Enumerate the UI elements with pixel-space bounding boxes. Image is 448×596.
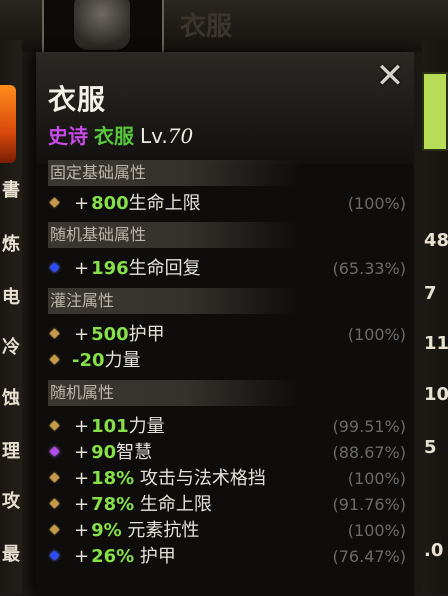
bg-stat-label: 蚀 bbox=[2, 388, 20, 409]
background-green-panel[interactable] bbox=[422, 72, 448, 151]
stat-roll-percent: (76.47%) bbox=[332, 547, 407, 566]
stat-roll-percent: (99.51%) bbox=[332, 417, 407, 436]
bg-stat-value: .0 bbox=[424, 540, 444, 561]
gold-gem-icon bbox=[49, 498, 60, 509]
section-header-fixed-base: 固定基础属性 bbox=[48, 160, 300, 186]
blue-gem-icon bbox=[49, 262, 60, 273]
stat-row: +90智慧 (88.67%) bbox=[48, 440, 410, 466]
gold-gem-icon bbox=[49, 354, 60, 365]
bg-stat-label: 理 bbox=[2, 441, 20, 462]
stat-roll-percent: (65.33%) bbox=[332, 259, 407, 278]
gold-gem-icon bbox=[49, 420, 60, 431]
bg-stat-value: 48 bbox=[424, 230, 448, 251]
section-header-random: 随机属性 bbox=[48, 380, 300, 406]
bg-stat-value: 10 bbox=[424, 384, 448, 405]
item-title: 衣服 bbox=[48, 83, 107, 116]
stat-roll-percent: (100%) bbox=[347, 469, 406, 488]
item-type-label: 衣服 bbox=[94, 124, 134, 148]
armor-icon bbox=[74, 0, 130, 50]
stat-row: +78% 生命上限 (91.76%) bbox=[48, 492, 410, 518]
stat-row: -20力量 bbox=[48, 348, 410, 374]
stat-roll-percent: (100%) bbox=[347, 325, 406, 344]
stat-row: +101力量 (99.51%) bbox=[48, 414, 410, 440]
section-header-random-base: 随机基础属性 bbox=[48, 222, 300, 248]
stat-row: +9% 元素抗性 (100%) bbox=[48, 518, 410, 544]
stat-row: +26% 护甲 (76.47%) bbox=[48, 544, 410, 570]
close-icon[interactable]: ✕ bbox=[368, 56, 412, 96]
stat-row: +196生命回复 (65.33%) bbox=[48, 256, 410, 282]
blue-gem-icon bbox=[49, 550, 60, 561]
stat-roll-percent: (100%) bbox=[347, 521, 406, 540]
level-label: Lv.70 bbox=[140, 124, 194, 148]
purple-gem-icon bbox=[49, 446, 60, 457]
gold-gem-icon bbox=[49, 472, 60, 483]
background-top-text: 衣服 bbox=[180, 12, 233, 42]
bg-stat-value: 5 bbox=[424, 437, 437, 458]
stat-row: +500护甲 (100%) bbox=[48, 322, 410, 348]
bg-stat-label: 書 bbox=[2, 180, 20, 201]
fire-skill-icon[interactable] bbox=[0, 85, 16, 163]
item-subline: 史诗 衣服 Lv.70 bbox=[48, 120, 193, 149]
stat-roll-percent: (88.67%) bbox=[332, 443, 407, 462]
stat-row: +800生命上限 (100%) bbox=[48, 191, 410, 217]
stat-roll-percent: (91.76%) bbox=[332, 495, 407, 514]
level-value: 70 bbox=[167, 124, 194, 148]
bg-stat-label: 炼 bbox=[2, 234, 20, 255]
rarity-label: 史诗 bbox=[48, 124, 88, 148]
section-header-infusion: 灌注属性 bbox=[48, 288, 300, 314]
stat-roll-percent: (100%) bbox=[347, 194, 406, 213]
item-tooltip: ✕ 衣服 史诗 衣服 Lv.70 固定基础属性 +800生命上限 (100%) 随机… bbox=[36, 52, 414, 596]
bg-stat-label: 攻 bbox=[2, 491, 20, 512]
stat-row: +18% 攻击与法术格挡 (100%) bbox=[48, 466, 410, 492]
bg-stat-value: 7 bbox=[424, 283, 437, 304]
bg-stat-label: 电 bbox=[2, 287, 20, 308]
bg-stat-label: 最 bbox=[2, 544, 20, 565]
bg-stat-value: 11 bbox=[424, 333, 448, 354]
gold-gem-icon bbox=[49, 197, 60, 208]
gold-gem-icon bbox=[49, 328, 60, 339]
item-thumbnail bbox=[42, 0, 164, 60]
bg-stat-label: 冷 bbox=[2, 337, 20, 358]
gold-gem-icon bbox=[49, 524, 60, 535]
